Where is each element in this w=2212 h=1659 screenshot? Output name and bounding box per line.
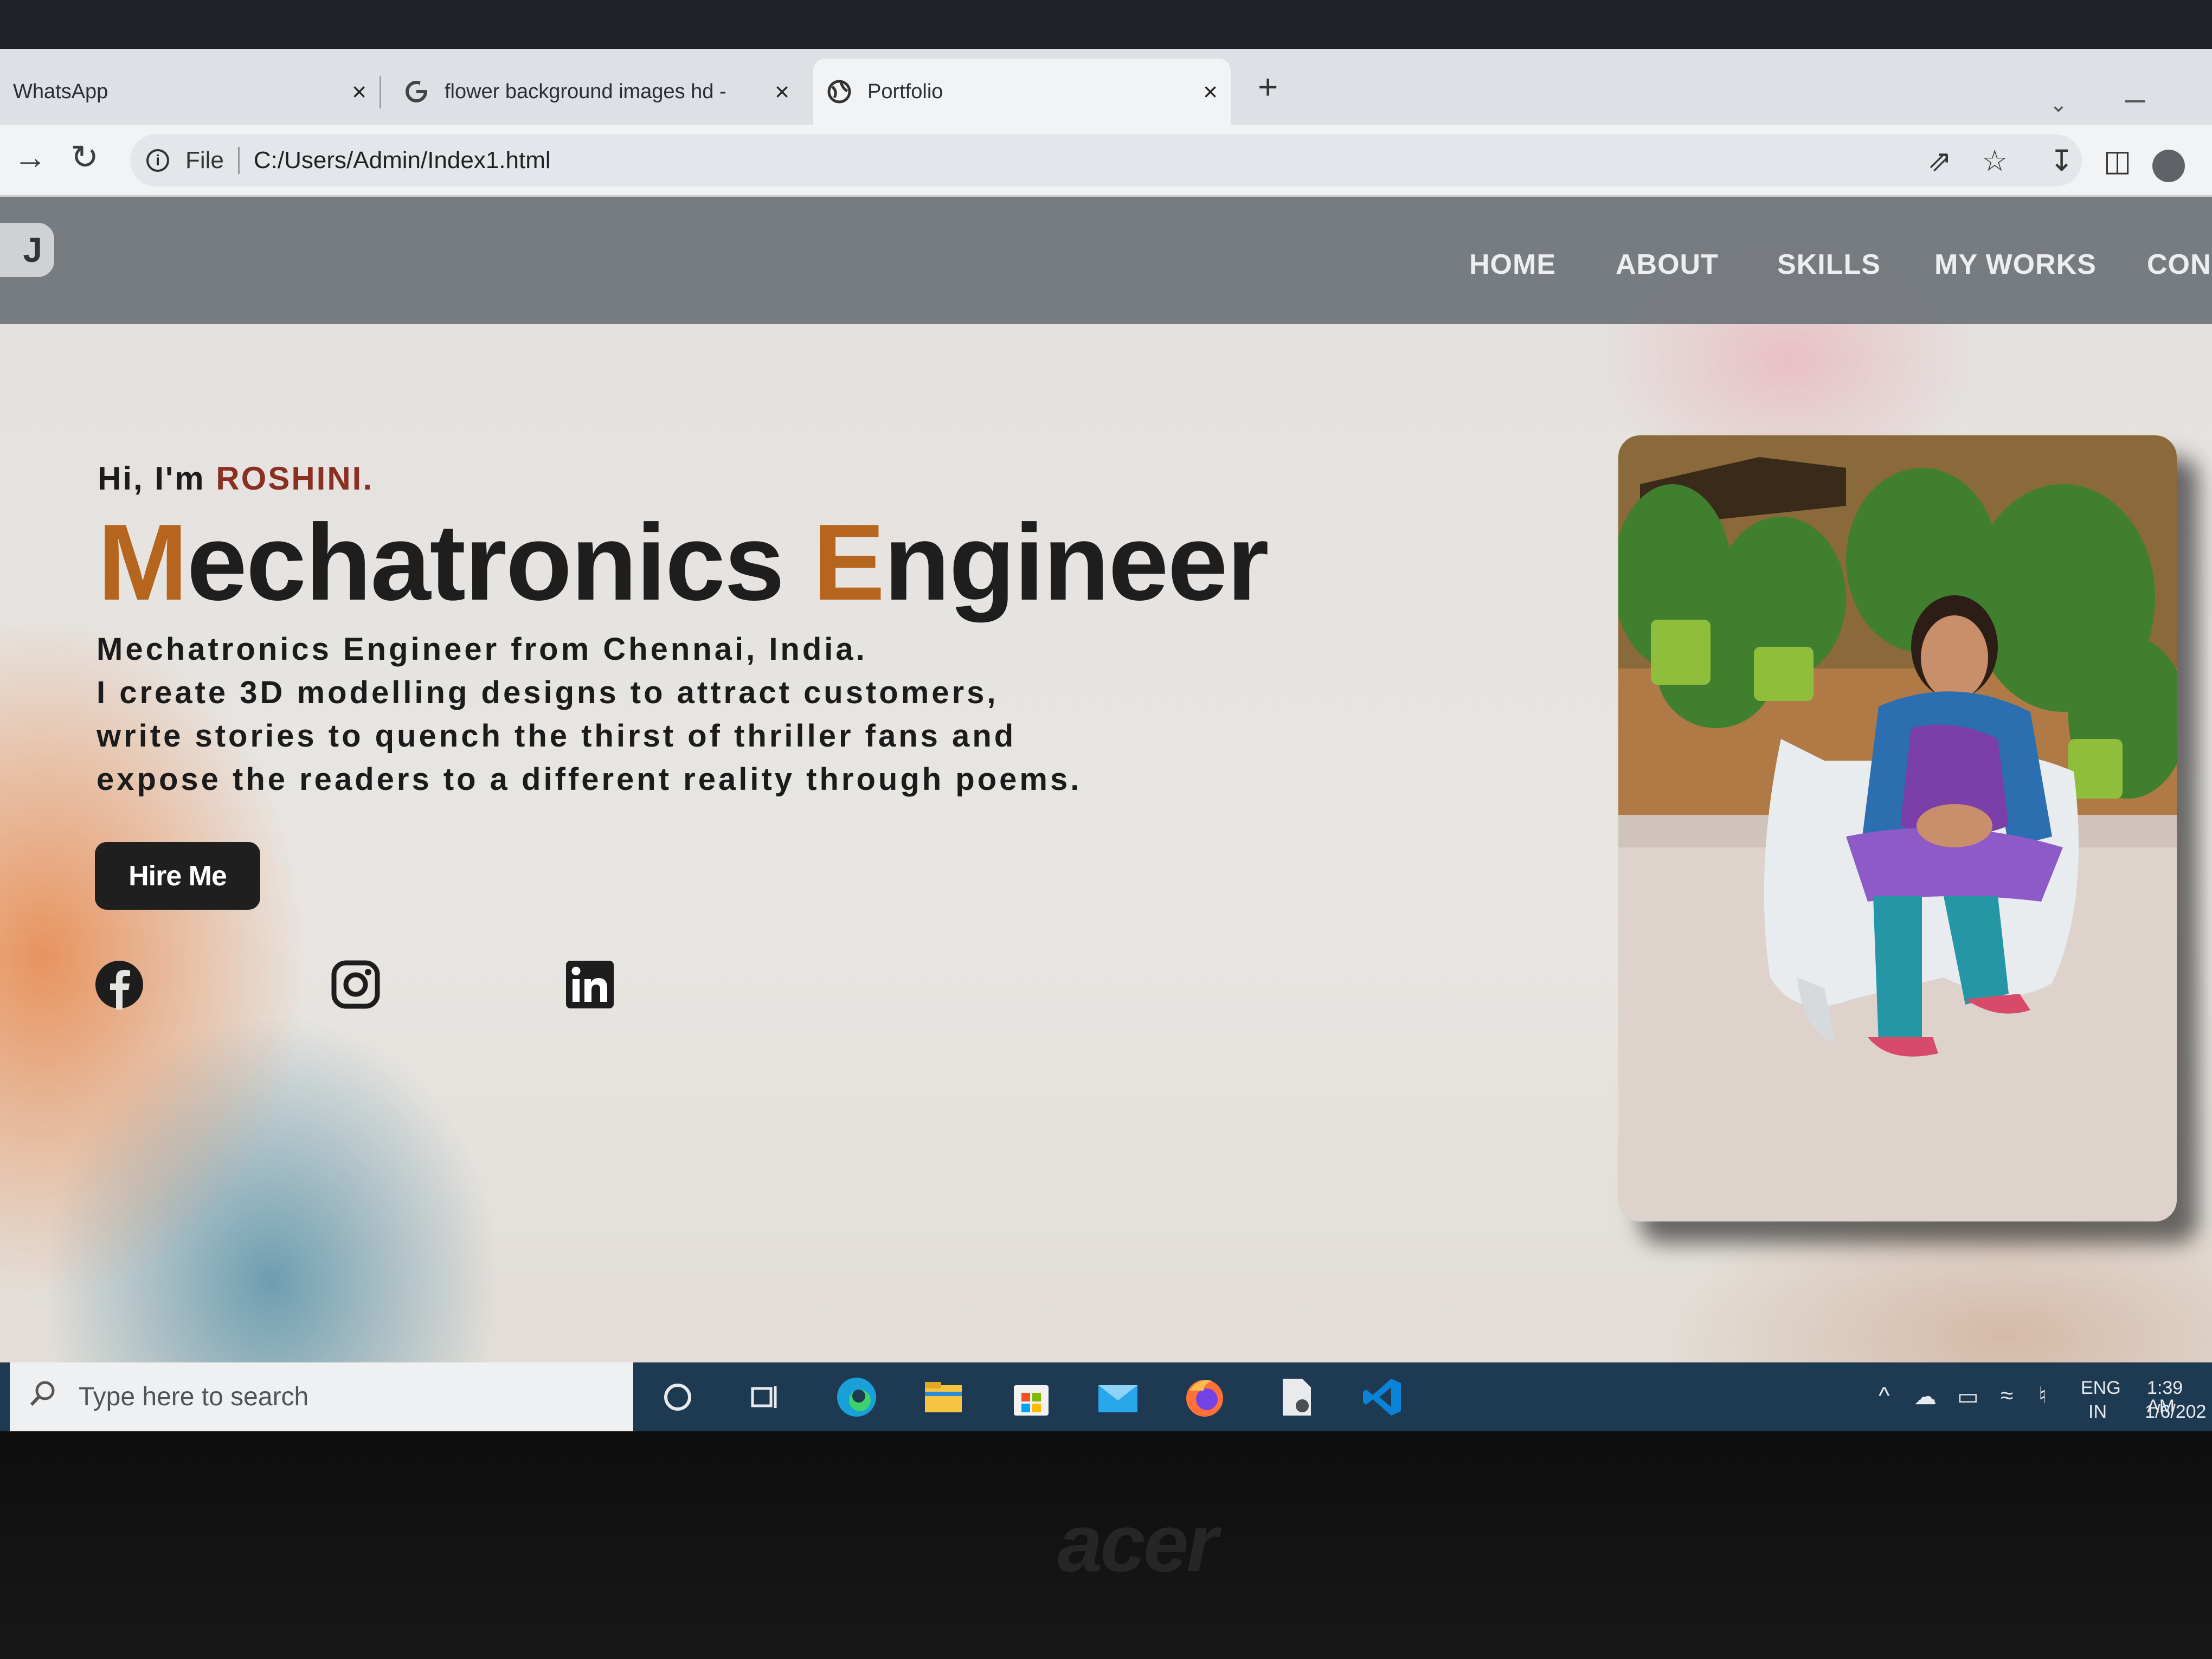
bio-line: Mechatronics Engineer from Chennai, Indi…: [97, 632, 867, 667]
headline-word1: echatronics: [187, 502, 813, 623]
tab-portfolio[interactable]: Portfolio ×: [813, 59, 1231, 125]
side-panel-icon[interactable]: ◫: [2104, 146, 2131, 176]
volume-icon[interactable]: ♮: [2039, 1384, 2047, 1407]
onedrive-icon[interactable]: ☁: [1914, 1385, 1937, 1408]
tab-title: WhatsApp: [13, 80, 108, 103]
battery-icon[interactable]: ▭: [1957, 1385, 1979, 1408]
laptop-brand-logo: acer: [1057, 1497, 1218, 1589]
new-tab-button[interactable]: +: [1258, 69, 1278, 104]
tab-search-chevron-icon[interactable]: ⌄: [2049, 92, 2068, 117]
profile-photo: [1618, 435, 2177, 1221]
share-icon[interactable]: ⇗: [1927, 146, 1952, 176]
headline-e: E: [812, 502, 885, 623]
mail-icon[interactable]: [1095, 1374, 1141, 1420]
show-hidden-icons-chevron-icon[interactable]: ^: [1879, 1384, 1890, 1408]
download-icon[interactable]: ↧: [2049, 146, 2074, 176]
greeting-prefix: Hi, I'm: [98, 460, 216, 497]
search-icon: [29, 1380, 57, 1414]
hire-me-button[interactable]: Hire Me: [95, 842, 260, 910]
nav-skills[interactable]: SKILLS: [1777, 248, 1881, 281]
address-bar[interactable]: i File C:/Users/Admin/Index1.html: [130, 134, 2082, 187]
nav-about[interactable]: ABOUT: [1616, 248, 1719, 281]
taskbar-search-box[interactable]: Type here to search: [10, 1362, 633, 1431]
profile-avatar[interactable]: [2152, 150, 2185, 182]
browser-toolbar: → ↻ i File C:/Users/Admin/Index1.html ⇗ …: [0, 125, 2212, 197]
document-viewer-icon[interactable]: [1274, 1374, 1320, 1420]
forward-icon[interactable]: →: [14, 141, 47, 175]
microsoft-store-icon[interactable]: [1008, 1374, 1054, 1420]
tab-title: Portfolio: [867, 80, 943, 103]
headline: Mechatronics Engineer: [98, 500, 1269, 625]
reload-icon[interactable]: ↻: [70, 141, 99, 175]
top-bezel: [0, 0, 2212, 49]
instagram-icon[interactable]: [330, 959, 382, 1011]
edge-browser-icon[interactable]: [834, 1374, 879, 1420]
headline-word2: ngineer: [884, 502, 1269, 623]
tab-strip: WhatsApp × flower background images hd -…: [0, 49, 2212, 125]
address-url[interactable]: C:/Users/Admin/Index1.html: [254, 147, 551, 174]
site-navbar: J HOME ABOUT SKILLS MY WORKS CON: [0, 197, 2212, 324]
headline-m: M: [98, 502, 188, 623]
bookmark-star-icon[interactable]: ☆: [1982, 146, 2008, 176]
tab-google-search[interactable]: flower background images hd - ×: [390, 59, 802, 125]
nav-my-works[interactable]: MY WORKS: [1934, 248, 2097, 281]
tab-whatsapp[interactable]: WhatsApp ×: [0, 59, 380, 125]
tab-separator: [380, 76, 381, 108]
clock-date[interactable]: 1/6/202: [2145, 1403, 2206, 1421]
nav-contact[interactable]: CON: [2147, 248, 2211, 281]
bio-line: I create 3D modelling designs to attract…: [97, 675, 999, 710]
info-icon[interactable]: i: [146, 149, 169, 172]
language-indicator-top[interactable]: ENG: [2081, 1379, 2121, 1397]
monitor-screen: WhatsApp × flower background images hd -…: [0, 0, 2212, 1431]
language-indicator-bottom[interactable]: IN: [2088, 1403, 2107, 1421]
windows-taskbar: Type here to search ^ ☁ ▭ ≈ ♮ ENG IN 1:3…: [0, 1362, 2212, 1431]
portfolio-page: J HOME ABOUT SKILLS MY WORKS CON Hi, I'm…: [0, 197, 2212, 1362]
address-divider: [237, 147, 240, 174]
address-scheme: File: [185, 147, 224, 173]
vscode-icon[interactable]: [1360, 1374, 1405, 1420]
tab-title: flower background images hd -: [445, 80, 726, 103]
globe-icon: [826, 79, 852, 105]
close-icon[interactable]: ×: [352, 77, 366, 106]
linkedin-icon[interactable]: [564, 959, 616, 1011]
search-placeholder: Type here to search: [79, 1382, 309, 1411]
firefox-icon[interactable]: [1182, 1374, 1227, 1420]
bio-line: write stories to quench the thirst of th…: [97, 718, 1017, 754]
minimize-button[interactable]: [2125, 100, 2145, 102]
bio-line: expose the readers to a different realit…: [97, 762, 1082, 797]
wifi-icon[interactable]: ≈: [2001, 1384, 2013, 1407]
facebook-icon[interactable]: [93, 959, 145, 1011]
close-icon[interactable]: ×: [775, 77, 789, 106]
bio-text: Mechatronics Engineer from Chennai, Indi…: [97, 628, 1082, 801]
file-explorer-icon[interactable]: [921, 1374, 966, 1420]
site-logo[interactable]: J: [0, 223, 54, 277]
cortana-icon[interactable]: [655, 1374, 700, 1420]
task-view-icon[interactable]: [742, 1374, 787, 1420]
greeting: Hi, I'm ROSHINI.: [98, 460, 374, 497]
google-icon: [403, 79, 429, 105]
nav-home[interactable]: HOME: [1469, 248, 1556, 281]
close-icon[interactable]: ×: [1203, 77, 1218, 106]
greeting-name: ROSHINI.: [216, 460, 374, 497]
